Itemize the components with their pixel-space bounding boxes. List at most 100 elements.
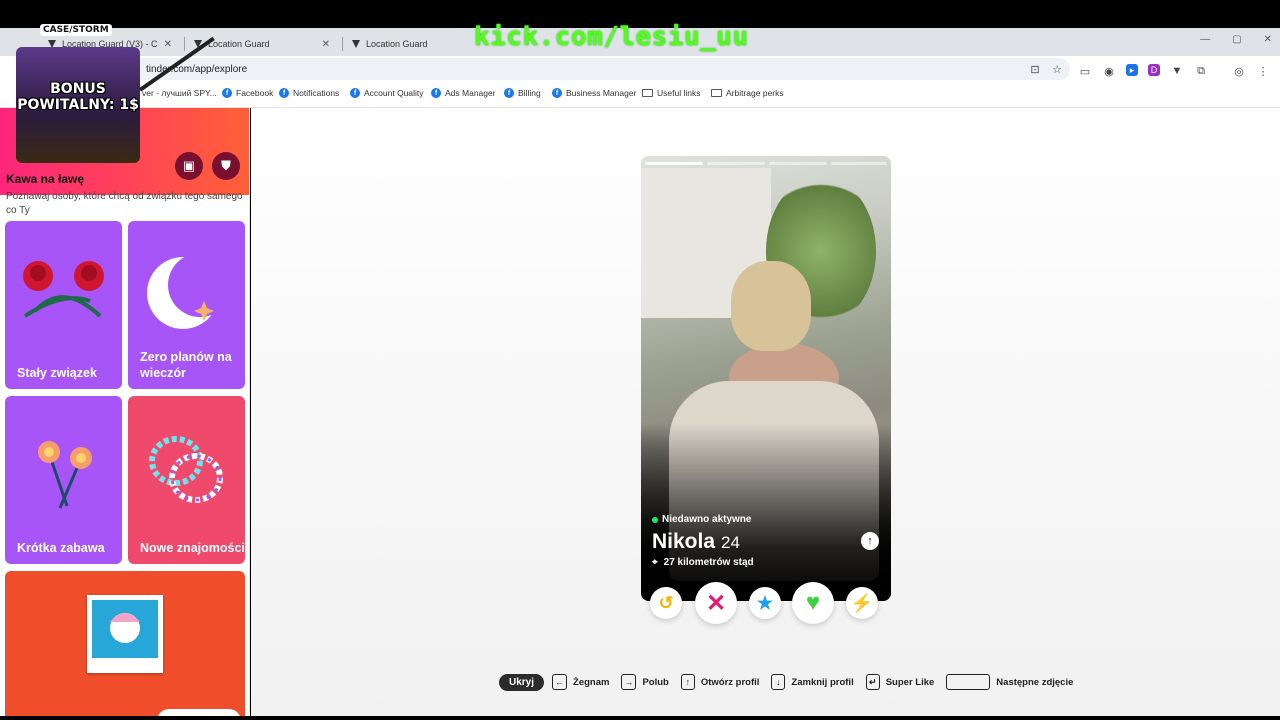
window-controls: — ▢ ✕ — [1200, 34, 1272, 45]
cookie-icon[interactable]: ◉ — [1102, 64, 1116, 78]
boost-button[interactable]: ⚡ — [846, 587, 878, 619]
bookmark-label: Arbitrage perks — [726, 88, 784, 98]
facebook-icon: f — [222, 88, 232, 98]
restore-icon[interactable]: ▢ — [1232, 34, 1241, 45]
polaroid-image — [87, 595, 163, 673]
bookmark-ads-manager[interactable]: f Ads Manager — [431, 88, 496, 98]
section-title: Kawa na ławę — [6, 172, 85, 186]
arrow-up-key-icon: ↑ — [680, 674, 695, 690]
bookmark-label: Facebook — [236, 88, 274, 98]
card-label: Zero planów na wieczór — [140, 350, 232, 380]
bookmark-label: Ads Manager — [445, 88, 496, 98]
hotkey-label: Super Like — [885, 676, 935, 688]
casino-promo-overlay: BONUS POWITALNY: 1$ — [16, 47, 140, 163]
open-profile-button[interactable]: ↑ — [861, 532, 879, 550]
profile-distance: ⌖ 27 kilometrów stąd — [652, 557, 754, 568]
menu-kebab-icon[interactable]: ⋮ — [1256, 64, 1270, 78]
folder-icon — [642, 89, 653, 97]
shield-icon[interactable]: ⛊ — [212, 152, 240, 180]
tab-title: Location Guard — [208, 39, 270, 49]
extension-purple-icon[interactable]: D — [1148, 64, 1160, 76]
portrait-icon — [110, 613, 140, 643]
card-label: Stały związek — [17, 366, 97, 380]
sparklers-icon — [38, 441, 92, 509]
close-icon[interactable]: ✕ — [164, 39, 172, 50]
card-staly-zwiazek[interactable]: Stały związek — [5, 221, 122, 389]
hotkey-nope: ← Żegnam — [552, 674, 609, 690]
bookmark-label: Notifications — [293, 88, 340, 98]
moon-icon — [147, 253, 232, 329]
distance-text: 27 kilometrów stąd — [663, 557, 754, 568]
facebook-icon: f — [504, 88, 514, 98]
photo-progress-3 — [769, 162, 827, 165]
profile-name-row: Nikola 24 — [652, 530, 740, 554]
nope-button[interactable]: ✕ — [695, 582, 737, 624]
close-icon[interactable]: ✕ — [322, 39, 330, 50]
bookmark-useful-links[interactable]: Useful links — [642, 88, 700, 98]
online-dot-icon — [652, 516, 658, 523]
bookmark-label: Business Manager — [566, 88, 637, 98]
arrow-right-key-icon: → — [621, 674, 637, 690]
card-explore-promo[interactable] — [5, 571, 245, 716]
card-zero-planow[interactable]: Zero planów na wieczór — [128, 221, 245, 389]
card-nowe-znajomosci[interactable]: Nowe znajomości — [128, 396, 245, 564]
profile-icon[interactable]: ◎ — [1232, 64, 1246, 78]
address-bar[interactable]: tinder.com/app/explore ⊡ ☆ — [130, 58, 1070, 80]
location-pin-icon — [352, 40, 360, 48]
minimize-icon[interactable]: — — [1200, 34, 1210, 45]
bookmark-spy[interactable]: ver - лучший SPY... — [142, 88, 217, 98]
bookmark-label: Account Quality — [364, 88, 424, 98]
profile-card[interactable]: Niedawno aktywne Nikola 24 ⌖ 27 kilometr… — [641, 156, 891, 601]
card-label: Krótka zabawa — [17, 541, 105, 555]
rewind-button[interactable]: ↺ — [650, 587, 682, 619]
card-krotka-zabawa[interactable]: Krótka zabawa — [5, 396, 122, 564]
hotkey-close-profile: ↓ Zamknij profil — [771, 674, 854, 690]
stream-handle-overlay: kick.com/lesiu_uu — [474, 22, 749, 52]
explore-sidebar: ▣ ⛊ Kawa na ławę Poznawaj osoby, które c… — [0, 108, 250, 716]
install-app-icon[interactable]: ⊡ — [1028, 62, 1042, 76]
extensions-puzzle-icon[interactable]: ⧉ — [1194, 64, 1208, 78]
activity-status: Niedawno aktywne — [652, 514, 751, 525]
tab-separator — [184, 37, 185, 51]
arrow-down-key-icon: ↓ — [771, 674, 786, 690]
profile-age: 24 — [721, 533, 740, 552]
promo-brand-logo: CASE/STORM — [40, 24, 112, 36]
bookmark-account-quality[interactable]: f Account Quality — [350, 88, 424, 98]
arrow-left-key-icon: ← — [552, 674, 568, 690]
status-text: Niedawno aktywne — [662, 514, 752, 525]
star-icon[interactable]: ☆ — [1050, 62, 1064, 76]
hotkey-label: Otwórz profil — [700, 676, 760, 688]
camera-icon[interactable]: ▭ — [1078, 64, 1092, 78]
bookmark-notifications[interactable]: f Notifications — [279, 88, 339, 98]
tab-location-guard-2[interactable]: Location Guard — [344, 32, 474, 56]
hotkey-super-like: ↵ Super Like — [865, 674, 935, 690]
bookmark-facebook[interactable]: f Facebook — [222, 88, 273, 98]
briefcase-icon[interactable]: ▣ — [175, 152, 203, 180]
photo-progress-1 — [645, 162, 703, 165]
location-guard-icon[interactable]: ▼ — [1170, 64, 1184, 78]
location-pin-icon: ⌖ — [652, 557, 658, 568]
bookmark-arbitrage-perks[interactable]: Arbitrage perks — [711, 88, 784, 98]
bookmark-business-manager[interactable]: f Business Manager — [552, 88, 636, 98]
facebook-icon: f — [350, 88, 360, 98]
facebook-icon: f — [431, 88, 441, 98]
keyboard-shortcuts-bar: Ukryj ← Żegnam → Polub ↑ Otwórz profil ↓… — [499, 672, 1077, 692]
bookmark-billing[interactable]: f Billing — [504, 88, 541, 98]
bracelets-icon — [149, 436, 223, 503]
hotkey-open-profile: ↑ Otwórz profil — [680, 674, 760, 690]
extension-blue-icon[interactable]: ▸ — [1126, 64, 1138, 76]
hotkey-label: Następne zdjęcie — [996, 676, 1074, 688]
hotkey-label: Polub — [642, 676, 669, 688]
super-like-button[interactable]: ★ — [749, 587, 781, 619]
photo-progress-4 — [831, 162, 887, 165]
omnibox-actions: ⊡ ☆ — [1028, 62, 1064, 76]
extensions-bar: ▭ ◉ ▸ D ▼ ⧉ ◎ ⋮ — [1078, 64, 1270, 78]
hide-shortcuts-button[interactable]: Ukryj — [499, 673, 545, 691]
close-window-icon[interactable]: ✕ — [1264, 34, 1272, 45]
folder-icon — [711, 89, 722, 97]
hotkey-label: Żegnam — [573, 676, 610, 688]
profile-name: Nikola — [652, 530, 716, 553]
main-swipe-area: Niedawno aktywne Nikola 24 ⌖ 27 kilometr… — [251, 108, 1280, 716]
like-button[interactable]: ♥ — [792, 582, 834, 624]
card-action-button[interactable] — [157, 709, 241, 716]
